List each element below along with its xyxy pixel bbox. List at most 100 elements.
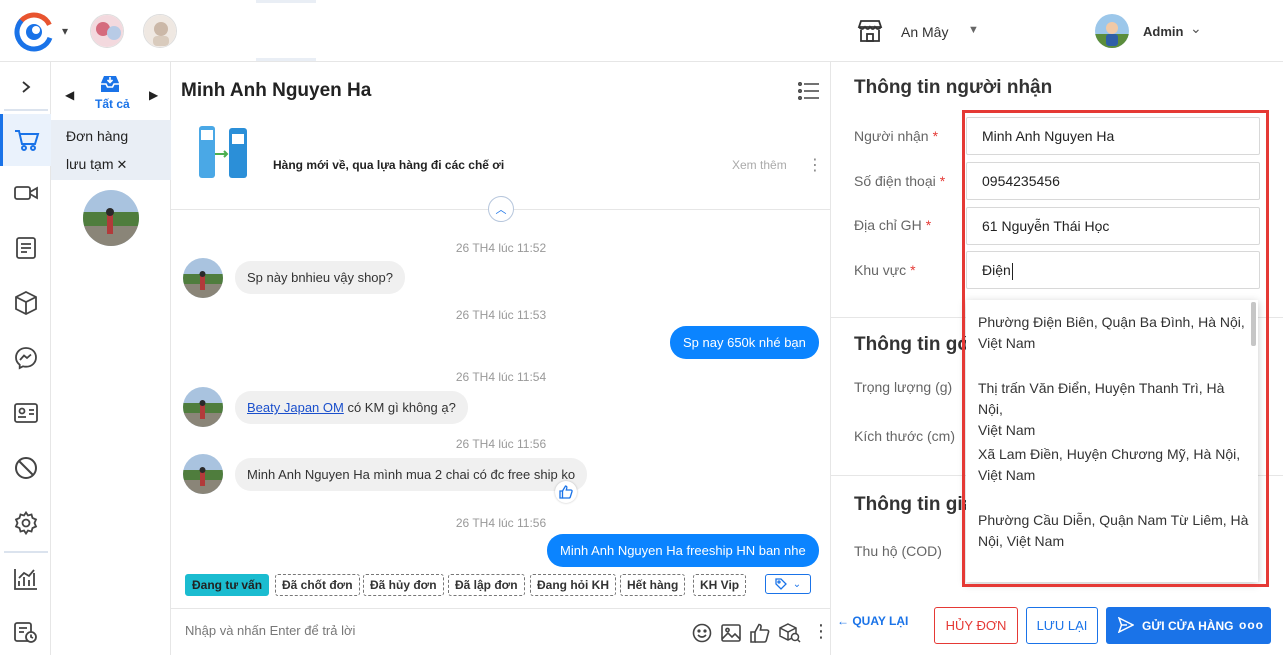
tag-chip[interactable]: Đã lập đơn: [448, 574, 525, 596]
emoji-icon[interactable]: [692, 623, 712, 643]
avatar[interactable]: [1095, 14, 1129, 48]
thumbs-up-icon[interactable]: [750, 623, 770, 643]
mention-link[interactable]: Beaty Japan OM: [247, 400, 344, 415]
field-label: Kích thước (cm): [854, 428, 956, 444]
tab-all[interactable]: Tất cả: [95, 97, 130, 111]
conversation-column: ◀ Tất cả ▶ Đơn hàng lưu tạm ✕: [51, 62, 171, 655]
inbox-icon[interactable]: [99, 74, 121, 94]
area-search-input[interactable]: Điện: [966, 251, 1260, 289]
area-option[interactable]: Xã Lam Điền, Huyện Chương Mỹ, Hà Nội, Việ…: [978, 444, 1250, 486]
box-icon[interactable]: [0, 278, 51, 328]
list-menu-icon[interactable]: [797, 81, 820, 101]
field-label: Khu vực *: [854, 262, 916, 278]
conversation-tabs: ◀ Tất cả ▶: [51, 62, 171, 120]
more-options-icon[interactable]: ⋮: [807, 155, 823, 175]
message-input[interactable]: [185, 623, 685, 638]
page-avatar[interactable]: [143, 14, 177, 48]
store-icon: [857, 19, 883, 43]
order-panel: Thông tin người nhận Người nhận* Số điện…: [831, 62, 1283, 655]
field-label: Người nhận *: [854, 128, 939, 144]
video-icon[interactable]: [0, 168, 51, 218]
history-icon[interactable]: [0, 607, 51, 655]
draft-orders-tab[interactable]: Đơn hàng lưu tạm ✕: [51, 120, 171, 180]
send-icon: [1117, 616, 1135, 636]
analytics-icon[interactable]: [0, 554, 51, 604]
settings-icon[interactable]: [0, 498, 51, 548]
send-to-store-button[interactable]: GỬI CỬA HÀNG ooo: [1106, 607, 1271, 644]
field-label: Số điện thoại *: [854, 173, 946, 189]
incoming-message: Minh Anh Nguyen Ha mình mua 2 chai có đc…: [235, 458, 588, 491]
section-title: Thông tin gó: [854, 334, 970, 355]
store-name[interactable]: An Mây: [901, 24, 948, 40]
tag-chip[interactable]: Đang hỏi KH: [530, 574, 616, 596]
block-icon[interactable]: [0, 443, 51, 493]
chevron-down-icon[interactable]: ⌄: [1190, 20, 1202, 37]
user-name[interactable]: Admin: [1143, 24, 1183, 39]
message-timestamp: 26 TH4 lúc 11:53: [455, 308, 547, 322]
area-option[interactable]: Phường Điện Biên, Quận Ba Đình, Hà Nội, V…: [978, 312, 1250, 354]
draft-label: Đơn hàng: [66, 128, 129, 144]
notes-icon[interactable]: [0, 223, 51, 273]
dropdown-scrollbar[interactable]: [1251, 302, 1256, 346]
outgoing-message: Minh Anh Nguyen Ha freeship HN ban nhe: [547, 534, 819, 567]
id-card-icon[interactable]: [0, 388, 51, 438]
collapse-up-icon[interactable]: ︿: [488, 196, 514, 222]
compose-bar: ⋮: [171, 608, 831, 655]
cart-icon[interactable]: [0, 114, 51, 166]
left-icon-bar: [0, 62, 51, 655]
tag-chip[interactable]: Đã chốt đơn: [275, 574, 360, 596]
avatar[interactable]: [83, 190, 139, 246]
expand-chevron-icon[interactable]: [0, 62, 51, 112]
incoming-message: Sp này bnhieu vậy shop?: [235, 261, 405, 294]
close-icon[interactable]: ✕: [117, 157, 128, 172]
tab-indicator: [256, 58, 316, 61]
outgoing-message: Sp nay 650k nhé bạn: [670, 326, 819, 359]
field-label: Thu hộ (COD): [854, 543, 942, 559]
area-option[interactable]: Phường Cầu Diễn, Quận Nam Từ Liêm, Hà Nội…: [978, 510, 1250, 552]
more-options-icon[interactable]: ooo: [1239, 618, 1264, 632]
more-options-icon[interactable]: ⋮: [812, 621, 832, 641]
box-search-icon[interactable]: [779, 623, 801, 643]
tag-chip[interactable]: Đang tư vấn: [185, 574, 270, 596]
message-timestamp: 26 TH4 lúc 11:52: [455, 241, 547, 255]
prev-tab-arrow-icon[interactable]: ◀: [65, 88, 74, 102]
tag-icon: [775, 578, 787, 590]
section-title: Thông tin người nhận: [854, 77, 1053, 98]
message-timestamp: 26 TH4 lúc 11:56: [455, 516, 547, 530]
save-button[interactable]: LƯU LẠI: [1026, 607, 1098, 644]
product-caption: Hàng mới về, qua lựa hàng đi các chế ơi: [273, 158, 505, 172]
tag-chip[interactable]: Đã hủy đơn: [363, 574, 444, 596]
caret-down-icon[interactable]: ▼: [968, 24, 979, 36]
address-input[interactable]: [966, 207, 1260, 245]
cancel-order-button[interactable]: HỦY ĐƠN: [934, 607, 1018, 644]
chevron-down-icon: ⌄: [792, 578, 802, 590]
tag-chip[interactable]: Hết hàng: [620, 574, 686, 596]
tag-chip[interactable]: KH Vip: [693, 574, 747, 596]
see-more-link[interactable]: Xem thêm: [732, 158, 787, 172]
back-button[interactable]: ← QUAY LẠI: [837, 614, 908, 628]
top-bar: ▾ An Mây ▼ Admin ⌄: [0, 0, 1283, 62]
incoming-message: Beaty Japan OM có KM gì không ạ?: [235, 391, 468, 424]
messenger-icon[interactable]: [0, 333, 51, 383]
next-tab-arrow-icon[interactable]: ▶: [149, 88, 158, 102]
page-avatar[interactable]: [90, 14, 124, 48]
draft-label: lưu tạm ✕: [66, 156, 128, 172]
thumbs-up-icon[interactable]: [555, 481, 577, 503]
area-suggestion-dropdown: Phường Điện Biên, Quận Ba Đình, Hà Nội, V…: [966, 300, 1258, 582]
image-icon[interactable]: [721, 623, 741, 643]
send-label: GỬI CỬA HÀNG: [1142, 619, 1234, 633]
chat-panel: Minh Anh Nguyen Ha Hàng mới về, qua lựa …: [171, 62, 831, 655]
chat-title: Minh Anh Nguyen Ha: [181, 80, 372, 101]
app-logo[interactable]: [14, 12, 54, 52]
area-option[interactable]: Thị trấn Văn Điển, Huyện Thanh Trì, Hà N…: [978, 378, 1250, 441]
divider: [4, 109, 48, 111]
avatar: [183, 454, 223, 494]
chevron-down-icon[interactable]: ▾: [62, 24, 68, 38]
field-label: Địa chỉ GH *: [854, 217, 932, 233]
phone-input[interactable]: [966, 162, 1260, 200]
recipient-name-input[interactable]: [966, 117, 1260, 155]
tag-menu-button[interactable]: ⌄: [765, 574, 811, 594]
divider: [4, 551, 48, 553]
product-image[interactable]: [193, 124, 253, 182]
avatar: [183, 258, 223, 298]
